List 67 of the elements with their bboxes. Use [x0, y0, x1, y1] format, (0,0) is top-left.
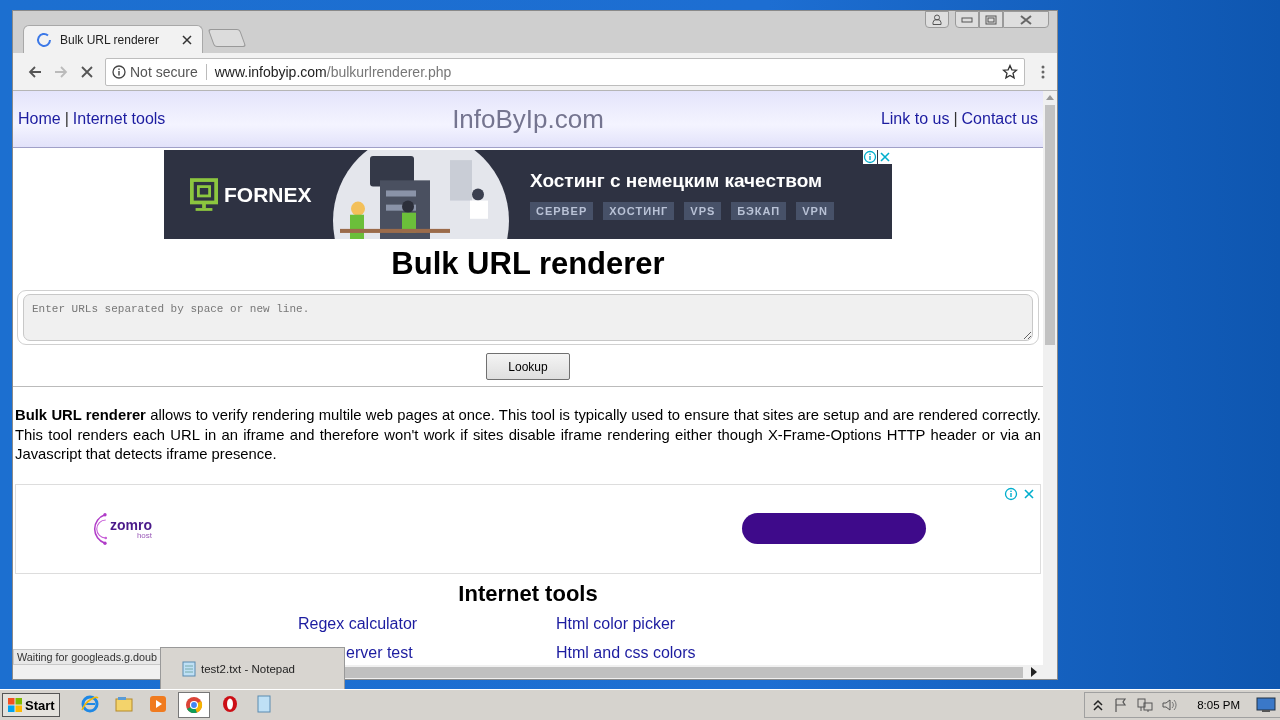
ad-tag: ХОСТИНГ — [603, 201, 675, 220]
network-icon[interactable] — [1137, 697, 1154, 713]
clock[interactable]: 8:05 PM — [1197, 699, 1240, 711]
scroll-up-icon[interactable] — [1046, 95, 1054, 100]
status-bubble: Waiting for googleads.g.doub — [13, 649, 162, 665]
nav-link[interactable]: Link to us — [880, 110, 950, 128]
nav-link[interactable]: Contact us — [961, 110, 1038, 128]
back-icon[interactable] — [27, 63, 43, 80]
ad-headline: Хостинг с немецким качеством — [530, 169, 824, 192]
browser-tab[interactable]: Bulk URL renderer — [23, 25, 203, 53]
minimize-button[interactable] — [955, 11, 979, 28]
ad-tag: СЕРВЕР — [530, 201, 594, 220]
ad-banner[interactable]: FORNEX Хостинг с немецким качеством СЕРВЕР ХОСТИНГ VPS БЭКАП VPN — [164, 150, 892, 239]
nav-link[interactable]: Internet tools — [72, 110, 166, 128]
info-icon[interactable] — [863, 150, 877, 164]
nav-separator: | — [64, 110, 69, 128]
profile-button[interactable] — [925, 11, 949, 28]
close-icon[interactable] — [182, 34, 192, 45]
ad-call-to-action-button[interactable] — [742, 513, 926, 544]
volume-icon[interactable] — [1161, 697, 1178, 713]
folder-icon — [113, 694, 134, 714]
close-icon — [1019, 14, 1033, 25]
brand-name: FORNEX — [224, 182, 312, 207]
menu-icon[interactable] — [1041, 63, 1045, 80]
info-icon[interactable] — [1004, 486, 1018, 501]
ad-tag: БЭКАП — [731, 201, 787, 220]
close-button[interactable] — [1003, 11, 1049, 28]
loading-spinner-icon — [36, 31, 52, 48]
logo-icon — [190, 176, 218, 213]
scroll-right-icon[interactable] — [1031, 667, 1037, 677]
taskbar-button[interactable] — [177, 692, 210, 718]
tool-link[interactable]: Html color picker — [556, 614, 676, 633]
vertical-scrollbar[interactable] — [1043, 91, 1057, 665]
notepad-icon — [181, 660, 197, 677]
page-heading: Bulk URL renderer — [390, 246, 666, 282]
maximize-icon — [985, 14, 997, 25]
address-bar[interactable]: Not secure www.infobyip.com/bulkurlrenderer.php — [105, 57, 1025, 86]
start-button[interactable]: Start — [2, 693, 60, 717]
ad-tag: VPS — [684, 201, 722, 220]
site-title: InfoByIp.com — [452, 103, 604, 135]
lookup-button[interactable]: Lookup — [486, 353, 570, 380]
show-desktop-icon[interactable] — [1256, 695, 1276, 715]
section-heading: Internet tools — [457, 580, 599, 607]
ad-tag: VPN — [796, 201, 834, 220]
minimize-icon — [961, 16, 973, 23]
tool-link[interactable]: erver test — [346, 643, 413, 662]
bookmark-star-icon[interactable] — [1002, 63, 1018, 80]
nav-separator: | — [953, 110, 958, 128]
ad-banner[interactable]: zomro host — [15, 483, 1041, 574]
description-text: Bulk URL renderer allows to verify rendering multile web pages at once. This tool is typically used to ensure that sites are setup and are rendered correctly. This tool renders each URL in an iframe and therefore won't work if sites disable iframe rendering either though X-Frame-Options HTTP header or via an Javascript that detects iframe presence. — [15, 406, 1041, 464]
stop-icon[interactable] — [79, 63, 95, 80]
new-tab-button[interactable] — [207, 29, 247, 47]
nav-link[interactable]: Home — [18, 110, 61, 128]
maximize-button[interactable] — [979, 11, 1003, 28]
tool-link[interactable]: Regex calculator — [298, 614, 418, 633]
info-icon — [112, 64, 126, 79]
circle-logo-icon — [183, 695, 204, 715]
brand-name: zomro — [110, 517, 152, 532]
play-icon — [147, 694, 168, 714]
forward-icon[interactable] — [53, 63, 69, 80]
e-logo-icon — [79, 694, 100, 714]
windows-logo-icon — [7, 697, 23, 713]
tool-link[interactable]: Html and css colors — [556, 643, 696, 662]
person-icon — [932, 14, 942, 25]
taskbar-preview[interactable]: test2.txt - Notepad — [160, 647, 345, 690]
brand-subtitle: host — [136, 531, 152, 540]
url-input-field[interactable]: Enter URLs separated by space or new line. — [23, 294, 1033, 341]
